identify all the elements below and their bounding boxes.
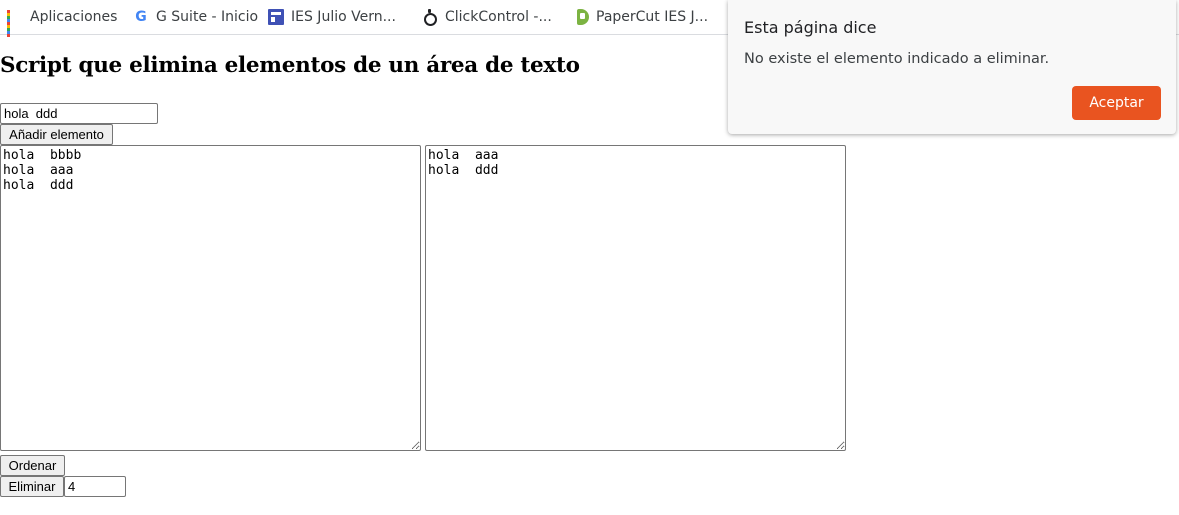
sort-button[interactable]: Ordenar — [0, 455, 65, 476]
apps-grid-icon — [7, 9, 23, 37]
bookmark-label: G Suite - Inicio — [156, 9, 259, 25]
ies-julio-verne-icon — [268, 9, 284, 25]
bookmark-label: Aplicaciones — [30, 9, 118, 25]
papercut-icon — [577, 9, 589, 25]
page-title: Script que elimina elementos de un área … — [0, 53, 580, 78]
google-g-icon: G — [135, 9, 147, 25]
dialog-title: Esta página dice — [744, 18, 877, 37]
dialog-message: No existe el elemento indicado a elimina… — [744, 51, 1050, 67]
result-textarea[interactable] — [425, 145, 846, 451]
bookmark-label: ClickControl -... — [445, 9, 552, 25]
add-element-button[interactable]: Añadir elemento — [0, 124, 113, 145]
alert-dialog: Esta página dice No existe el elemento i… — [728, 0, 1176, 134]
bookmark-apps[interactable]: Aplicaciones — [7, 6, 118, 37]
bookmark-label: PaperCut IES J... — [596, 9, 709, 25]
dialog-ok-button[interactable]: Aceptar — [1072, 86, 1161, 120]
delete-index-input[interactable] — [64, 476, 126, 497]
bookmark-clickcontrol[interactable]: ClickControl -... — [422, 6, 552, 28]
source-textarea[interactable] — [0, 145, 421, 451]
element-input[interactable] — [0, 103, 158, 124]
bookmark-gsuite[interactable]: G G Suite - Inicio — [133, 6, 258, 28]
bookmark-ies-julio-verne[interactable]: IES Julio Vern... — [268, 6, 396, 28]
delete-button[interactable]: Eliminar — [0, 476, 64, 497]
clickcontrol-icon — [422, 9, 438, 26]
bookmark-label: IES Julio Vern... — [291, 9, 396, 25]
bookmark-papercut[interactable]: PaperCut IES J... — [577, 6, 708, 28]
